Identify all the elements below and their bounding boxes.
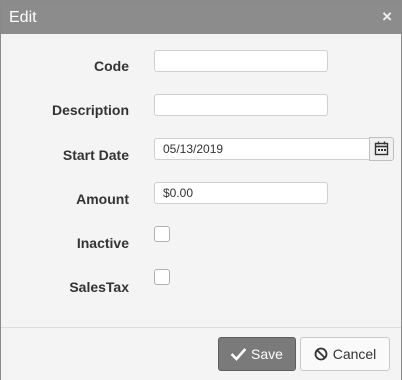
sales-tax-checkbox[interactable] bbox=[154, 269, 170, 285]
inactive-checkbox[interactable] bbox=[154, 226, 170, 242]
cancel-button[interactable]: Cancel bbox=[300, 337, 390, 371]
save-label: Save bbox=[251, 346, 283, 362]
amount-input[interactable] bbox=[154, 182, 328, 204]
inactive-label: Inactive bbox=[76, 235, 129, 251]
dialog-footer: Save Cancel bbox=[1, 327, 401, 380]
start-date-picker bbox=[154, 137, 394, 161]
start-date-label: Start Date bbox=[62, 147, 129, 163]
cancel-label: Cancel bbox=[332, 346, 377, 362]
amount-label: Amount bbox=[76, 191, 129, 207]
description-label: Description bbox=[51, 102, 129, 118]
description-input[interactable] bbox=[154, 94, 328, 116]
dialog-body: Code Description Start Date Amount bbox=[1, 34, 401, 327]
checkmark-icon bbox=[231, 347, 247, 361]
edit-dialog: Edit × Code Description Start Date 05/13… bbox=[0, 0, 402, 380]
save-button[interactable]: Save bbox=[218, 337, 296, 371]
calendar-icon bbox=[374, 141, 389, 156]
code-input[interactable] bbox=[154, 50, 328, 72]
code-label: Code bbox=[94, 58, 129, 74]
dialog-titlebar[interactable]: Edit × bbox=[1, 1, 401, 34]
start-date-input[interactable] bbox=[154, 138, 370, 160]
sales-tax-label: SalesTax bbox=[69, 279, 129, 295]
dialog-title: Edit bbox=[9, 9, 37, 26]
ban-icon bbox=[314, 347, 328, 361]
close-icon[interactable]: × bbox=[382, 7, 392, 27]
calendar-button[interactable] bbox=[369, 137, 394, 161]
